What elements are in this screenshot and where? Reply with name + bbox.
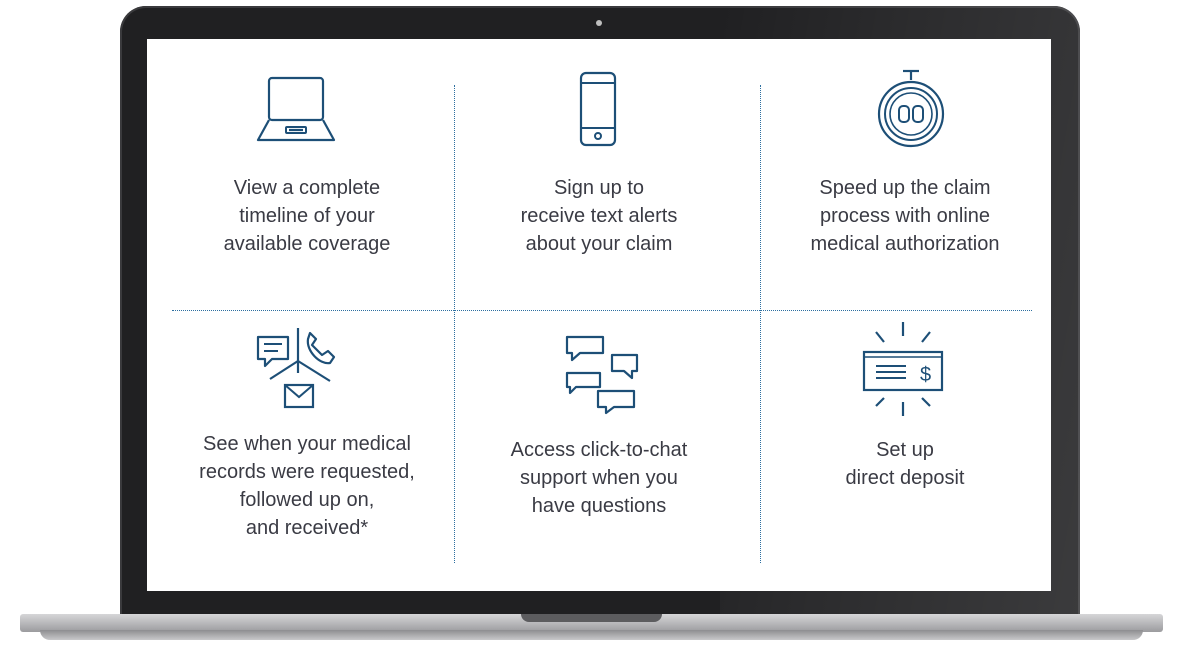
feature-label-medical-authorization: Speed up the claim process with online m… [810,177,1000,255]
svg-text:$: $ [920,364,931,386]
feature-label-medical-records: See when your medical records were reque… [199,433,415,539]
feature-label-direct-deposit: Set up direct deposit [845,439,965,489]
mobile-phone-icon [579,71,617,147]
row-divider [172,310,1032,311]
communication-icon [256,328,336,409]
column-divider-1 [454,85,455,563]
feature-label-click-to-chat: Access click-to-chat support when you ha… [510,439,688,517]
laptop-icon [256,76,336,142]
column-divider-2 [760,85,761,563]
laptop-base-bottom [40,630,1143,640]
check-deposit-icon: $ [862,322,944,416]
laptop-opening-notch [521,614,662,622]
feature-label-text-alerts: Sign up to receive text alerts about you… [520,177,678,255]
feature-label-timeline: View a complete timeline of your availab… [223,177,391,255]
chat-bubbles-icon [565,335,639,415]
webcam [596,20,602,26]
stopwatch-icon [877,69,945,148]
